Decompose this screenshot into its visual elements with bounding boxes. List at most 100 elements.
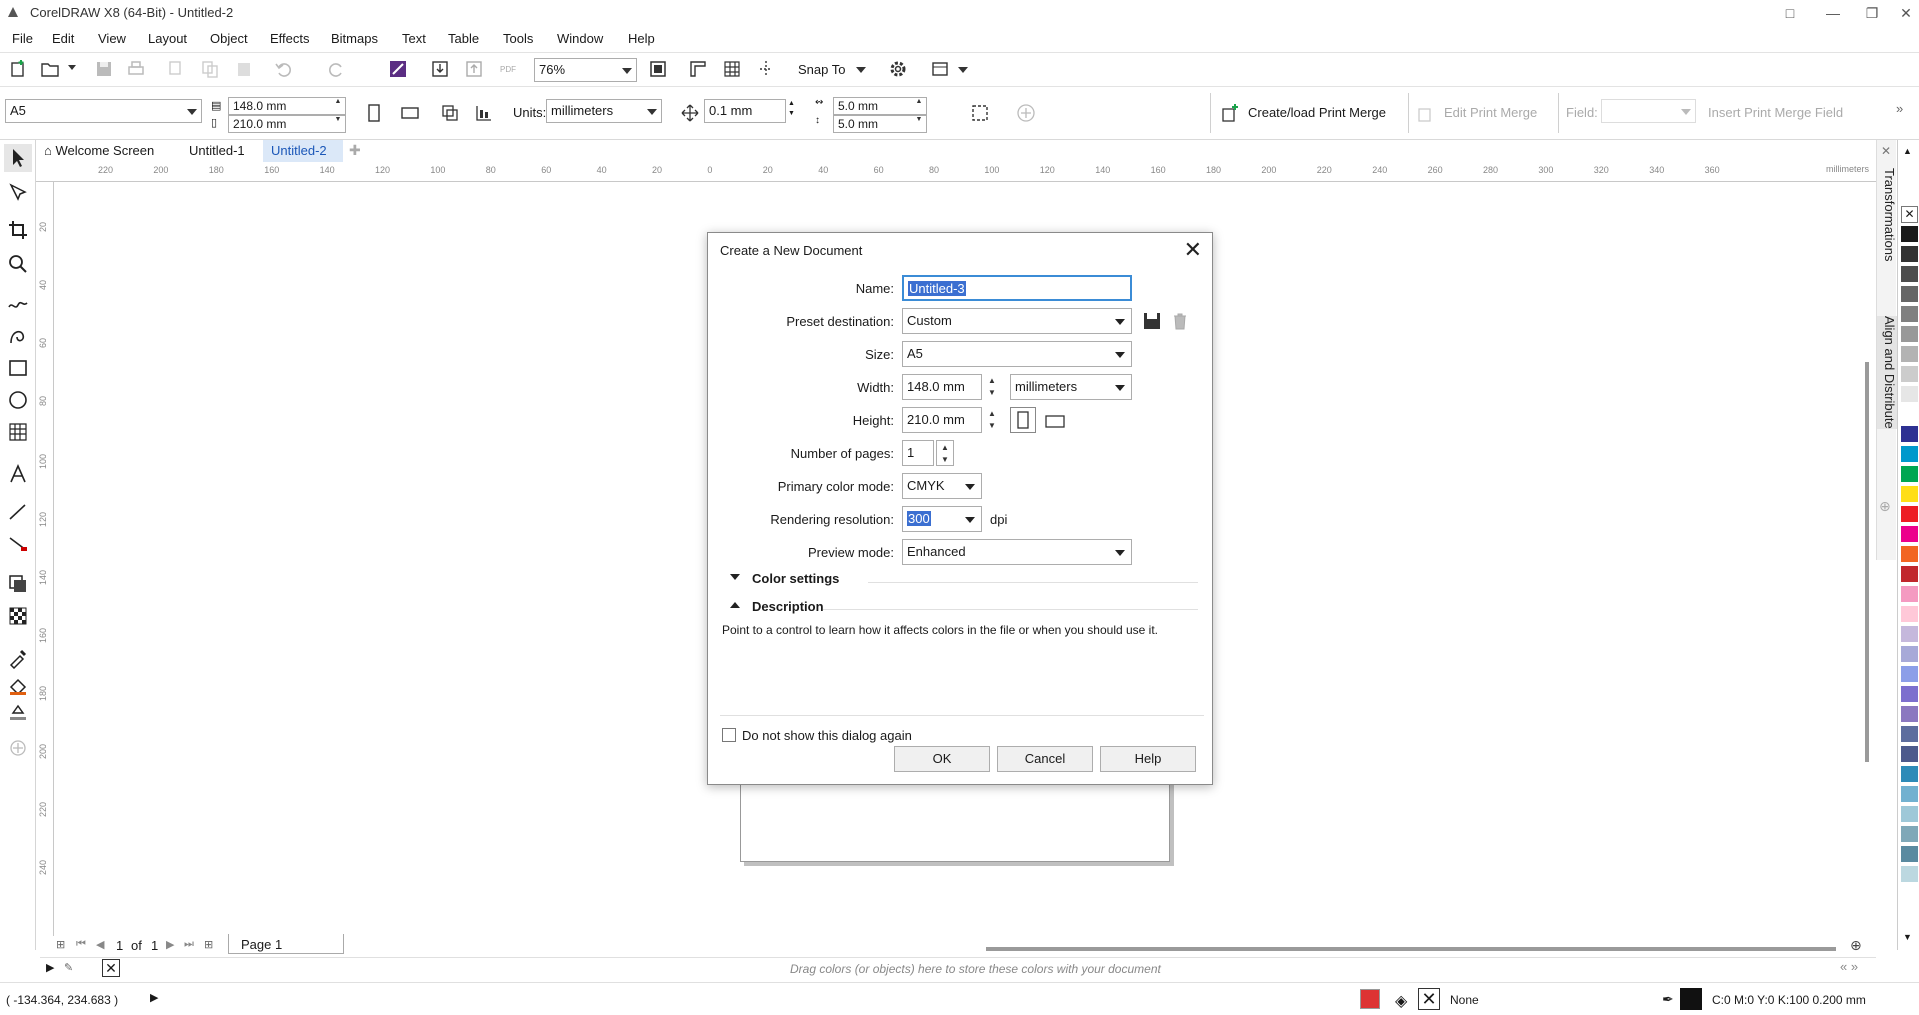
color-swatch[interactable] xyxy=(1901,346,1918,363)
spin-up-icon[interactable]: ▲ xyxy=(941,443,949,452)
landscape-icon[interactable] xyxy=(398,101,422,125)
color-swatch[interactable] xyxy=(1901,826,1918,843)
nudge-spinner-icon[interactable]: ▲ ▼ xyxy=(788,99,795,119)
size-dropdown[interactable]: A5 xyxy=(902,341,1132,367)
open-icon[interactable] xyxy=(38,57,62,81)
save-icon[interactable] xyxy=(92,57,116,81)
publish-pdf-icon[interactable]: PDF xyxy=(496,57,520,81)
page-tab[interactable]: Page 1 xyxy=(228,934,344,954)
color-swatch[interactable] xyxy=(1901,246,1918,263)
units-dropdown[interactable]: millimeters xyxy=(546,99,662,123)
description-section[interactable]: Description xyxy=(720,596,1110,618)
interactive-fill-icon[interactable] xyxy=(4,672,32,700)
landscape-orientation-icon[interactable] xyxy=(1044,411,1066,431)
snap-to-label[interactable]: Snap To xyxy=(798,62,845,77)
close-window-button[interactable]: ✕ xyxy=(1895,2,1917,24)
print-icon[interactable] xyxy=(124,57,148,81)
tray-eyedropper-icon[interactable]: ✎ xyxy=(64,961,73,974)
spin-down-icon[interactable]: ▼ xyxy=(988,421,996,430)
fill-status[interactable]: None xyxy=(1450,993,1479,1007)
spin-up-icon[interactable]: ▲ xyxy=(333,98,343,106)
launcher-dropdown-icon[interactable] xyxy=(958,67,968,73)
delete-preset-icon[interactable] xyxy=(1170,311,1190,331)
color-swatch[interactable] xyxy=(1901,446,1918,463)
color-swatch[interactable] xyxy=(1901,686,1918,703)
last-page-icon[interactable]: ⏭ xyxy=(184,938,194,951)
minimize-button[interactable]: — xyxy=(1822,2,1844,24)
scroll-thumb[interactable] xyxy=(1865,362,1869,762)
do-not-show-label[interactable]: Do not show this dialog again xyxy=(742,728,912,743)
color-swatch[interactable] xyxy=(1901,646,1918,663)
zoom-navigator-icon[interactable]: ⊕ xyxy=(1850,937,1862,954)
current-page-icon[interactable] xyxy=(472,101,496,125)
outline-color-swatch[interactable] xyxy=(1680,988,1702,1010)
artistic-media-icon[interactable] xyxy=(4,322,32,350)
edit-print-merge-icon[interactable] xyxy=(1414,101,1438,125)
next-page-icon[interactable]: ▶ xyxy=(166,938,174,951)
show-guidelines-icon[interactable] xyxy=(754,57,778,81)
spin-down-icon[interactable]: ▼ xyxy=(988,388,996,397)
paste-icon[interactable] xyxy=(232,57,256,81)
cancel-button[interactable]: Cancel xyxy=(997,746,1093,772)
color-swatch[interactable] xyxy=(1901,586,1918,603)
color-swatch[interactable] xyxy=(1901,366,1918,383)
ok-button[interactable]: OK xyxy=(894,746,990,772)
duplicate-x-field[interactable]: 5.0 mm ▲ xyxy=(833,97,927,115)
spin-up-icon[interactable]: ▲ xyxy=(914,98,924,106)
pages-spinner[interactable]: ▲ ▼ xyxy=(936,440,954,466)
menu-edit[interactable]: Edit xyxy=(52,31,74,46)
height-spinner[interactable]: ▲ ▼ xyxy=(984,407,1002,433)
spin-up-icon[interactable]: ▲ xyxy=(988,409,996,418)
text-tool-icon[interactable] xyxy=(4,460,32,488)
page-border-icon[interactable] xyxy=(968,101,992,125)
color-swatch[interactable] xyxy=(1901,846,1918,863)
smart-fill-icon[interactable] xyxy=(4,698,32,726)
tab-untitled-2[interactable]: Untitled-2 xyxy=(263,140,343,162)
portrait-icon[interactable] xyxy=(362,101,386,125)
no-color-icon[interactable]: ✕ xyxy=(102,959,120,977)
drop-shadow-icon[interactable] xyxy=(4,570,32,598)
scroll-thumb[interactable] xyxy=(986,947,1836,951)
open-dropdown-icon[interactable] xyxy=(68,65,76,70)
color-swatch[interactable] xyxy=(1901,746,1918,763)
edit-print-merge-button[interactable]: Edit Print Merge xyxy=(1444,105,1537,120)
status-expand-icon[interactable]: ▶ xyxy=(150,991,158,1004)
previous-page-icon[interactable]: ◀ xyxy=(96,938,104,951)
do-not-show-checkbox[interactable] xyxy=(722,728,736,742)
graph-paper-icon[interactable] xyxy=(4,418,32,446)
no-fill-icon[interactable]: ✕ xyxy=(1418,988,1440,1010)
export-icon[interactable] xyxy=(462,57,486,81)
menu-bitmaps[interactable]: Bitmaps xyxy=(331,31,378,46)
tab-welcome-screen[interactable]: ⌂ Welcome Screen xyxy=(36,140,179,162)
page-width-field[interactable]: 148.0 mm ▲ xyxy=(228,97,346,115)
horizontal-scrollbar[interactable] xyxy=(986,944,1841,954)
page-height-field[interactable]: 210.0 mm ▼ xyxy=(228,115,346,133)
color-swatch[interactable] xyxy=(1901,486,1918,503)
ellipse-tool-icon[interactable] xyxy=(4,386,32,414)
color-swatch[interactable] xyxy=(1901,306,1918,323)
no-color-swatch-icon[interactable]: ✕ xyxy=(1901,206,1918,223)
color-swatch[interactable] xyxy=(1901,426,1918,443)
color-swatch[interactable] xyxy=(1901,806,1918,823)
spin-down-icon[interactable]: ▼ xyxy=(914,116,924,124)
color-swatch[interactable] xyxy=(1901,606,1918,623)
duplicate-y-field[interactable]: 5.0 mm ▼ xyxy=(833,115,927,133)
create-print-merge-button[interactable]: Create/load Print Merge xyxy=(1248,105,1386,120)
vertical-scrollbar[interactable] xyxy=(1859,182,1876,934)
save-preset-icon[interactable] xyxy=(1142,311,1162,331)
color-swatch[interactable] xyxy=(1901,226,1918,243)
units-dropdown[interactable]: millimeters xyxy=(1010,374,1132,400)
eyedropper-icon[interactable] xyxy=(4,644,32,672)
print-merge-icon[interactable] xyxy=(1218,101,1242,125)
menu-text[interactable]: Text xyxy=(402,31,426,46)
number-of-pages-input[interactable]: 1 xyxy=(902,440,934,466)
account-icon[interactable]: □ xyxy=(1779,2,1801,24)
color-swatch[interactable] xyxy=(1901,546,1918,563)
add-page-after-icon[interactable]: ⊞ xyxy=(204,938,213,951)
first-page-icon[interactable]: ⏮ xyxy=(76,938,86,951)
spin-down-icon[interactable]: ▼ xyxy=(333,116,343,124)
color-swatch[interactable] xyxy=(1901,326,1918,343)
menu-window[interactable]: Window xyxy=(557,31,603,46)
color-swatch[interactable] xyxy=(1901,286,1918,303)
width-input[interactable]: 148.0 mm xyxy=(902,374,982,400)
